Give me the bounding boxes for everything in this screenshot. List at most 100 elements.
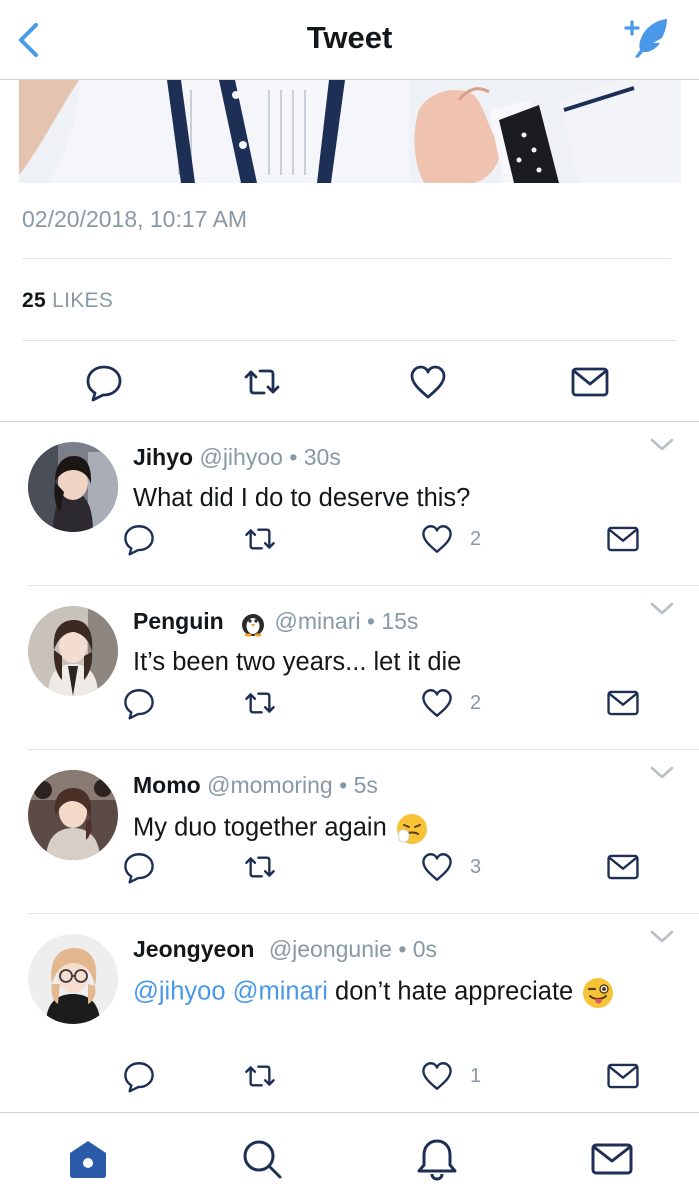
retweet-button[interactable] <box>242 362 282 402</box>
retweet-icon <box>245 856 275 878</box>
reply-time: 5s <box>353 772 378 798</box>
reply-header: Momo @momoring • 5s <box>133 772 378 799</box>
avatar[interactable] <box>28 770 118 860</box>
direct-message-button[interactable] <box>606 522 640 556</box>
like-count: 3 <box>470 856 482 878</box>
reply-actions: 3 <box>0 850 699 886</box>
direct-message-icon <box>607 1063 639 1089</box>
avatar[interactable] <box>28 606 118 696</box>
reply-icon <box>86 365 122 402</box>
top-nav-bar: Tweet <box>0 0 699 80</box>
direct-message-button[interactable] <box>606 1059 640 1093</box>
direct-message-icon <box>607 526 639 552</box>
like-count: 1 <box>470 1065 482 1087</box>
tab-search[interactable] <box>240 1137 284 1181</box>
avatar-photo <box>28 770 118 860</box>
likes-count-link[interactable]: 25 LIKES <box>22 289 113 313</box>
reply-text: It’s been two years... let it die <box>133 648 462 676</box>
direct-message-icon <box>607 854 639 880</box>
reply-icon <box>124 525 154 556</box>
reply-icon <box>124 853 154 884</box>
reply-actions: 2 <box>0 686 699 722</box>
penguin-emoji-icon <box>238 609 268 637</box>
tab-messages[interactable] <box>590 1137 634 1181</box>
tab-home[interactable] <box>66 1137 110 1181</box>
like-icon <box>422 689 452 717</box>
like-button[interactable] <box>420 850 454 884</box>
reply-tweet[interactable]: Jihyo @jihyoo • 30s What did I do to des… <box>0 422 699 586</box>
bottom-tab-bar <box>0 1112 699 1200</box>
like-button[interactable] <box>408 362 448 402</box>
author-name[interactable]: Penguin <box>133 608 224 634</box>
retweet-button[interactable] <box>243 1059 277 1093</box>
retweet-button[interactable] <box>243 850 277 884</box>
retweet-button[interactable] <box>243 522 277 556</box>
divider <box>22 258 671 259</box>
reply-text: What did I do to deserve this? <box>133 484 471 512</box>
media-photo <box>19 80 681 183</box>
tweet-action-bar <box>0 342 699 422</box>
avatar[interactable] <box>28 934 118 1024</box>
reply-header: Penguin @minari • 15s <box>133 608 418 637</box>
reply-button[interactable] <box>122 1059 156 1093</box>
chevron-down-icon <box>650 602 674 615</box>
reply-text-row: My duo together again <box>133 812 429 846</box>
reply-button[interactable] <box>122 850 156 884</box>
sneezing-face-emoji-icon <box>395 812 429 846</box>
reply-header: Jeongyeon @jeongunie • 0s <box>133 936 437 963</box>
retweet-button[interactable] <box>243 686 277 720</box>
chevron-down-icon <box>650 438 674 451</box>
like-count: 2 <box>470 528 482 550</box>
author-handle[interactable]: @momoring <box>207 772 333 798</box>
like-button[interactable] <box>420 686 454 720</box>
tweet-options-button[interactable] <box>649 436 675 454</box>
author-name[interactable]: Jeongyeon <box>133 936 254 962</box>
compose-tweet-button[interactable] <box>623 16 671 60</box>
avatar[interactable] <box>28 442 118 532</box>
author-handle[interactable]: @minari <box>275 608 361 634</box>
reply-header: Jihyo @jihyoo • 30s <box>133 444 341 471</box>
direct-message-button[interactable] <box>606 686 640 720</box>
reply-tweet[interactable]: Penguin @minari • 15s It’s been two year… <box>0 586 699 750</box>
reply-tweet[interactable]: Jeongyeon @jeongunie • 0s @jihyoo @minar… <box>0 914 699 1112</box>
reply-time: 15s <box>381 608 419 634</box>
like-button[interactable] <box>420 522 454 556</box>
author-name[interactable]: Jihyo <box>133 444 193 470</box>
tweet-options-button[interactable] <box>649 928 675 946</box>
mention-link[interactable]: @minari <box>233 978 328 1006</box>
reply-button[interactable] <box>122 686 156 720</box>
author-name[interactable]: Momo <box>133 772 201 798</box>
reply-time: 0s <box>412 936 438 962</box>
reply-actions: 1 <box>0 1059 699 1095</box>
author-handle[interactable]: @jeongunie <box>269 936 392 962</box>
direct-message-icon <box>607 690 639 716</box>
tweet-options-button[interactable] <box>649 764 675 782</box>
messages-icon <box>591 1143 633 1175</box>
like-button[interactable] <box>420 1059 454 1093</box>
tweet-options-button[interactable] <box>649 600 675 618</box>
reply-tweet[interactable]: Momo @momoring • 5s My duo together agai… <box>0 750 699 914</box>
reply-icon <box>124 689 154 720</box>
like-icon <box>422 853 452 881</box>
author-handle[interactable]: @jihyoo <box>199 444 282 470</box>
reply-button[interactable] <box>84 362 124 402</box>
like-icon <box>410 365 446 399</box>
reply-actions: 2 <box>0 522 699 558</box>
direct-message-button[interactable] <box>606 850 640 884</box>
like-count: 2 <box>470 692 482 714</box>
retweet-icon <box>245 1065 275 1087</box>
reply-text: don’t hate appreciate <box>335 977 574 1006</box>
tweet-media-image[interactable] <box>19 80 681 183</box>
tab-notifications[interactable] <box>415 1137 459 1181</box>
reply-button[interactable] <box>122 522 156 556</box>
avatar-photo <box>28 442 118 532</box>
page-title: Tweet <box>306 20 393 55</box>
separator-dot: • <box>366 608 375 634</box>
chevron-down-icon <box>650 930 674 943</box>
tweet-timestamp: 02/20/2018, 10:17 AM <box>22 206 248 232</box>
mention-link[interactable]: @jihyoo <box>133 978 226 1006</box>
reply-text: My duo together again <box>133 813 387 842</box>
home-icon <box>70 1141 106 1178</box>
winking-tongue-emoji-icon <box>581 976 615 1010</box>
direct-message-button[interactable] <box>570 362 610 402</box>
